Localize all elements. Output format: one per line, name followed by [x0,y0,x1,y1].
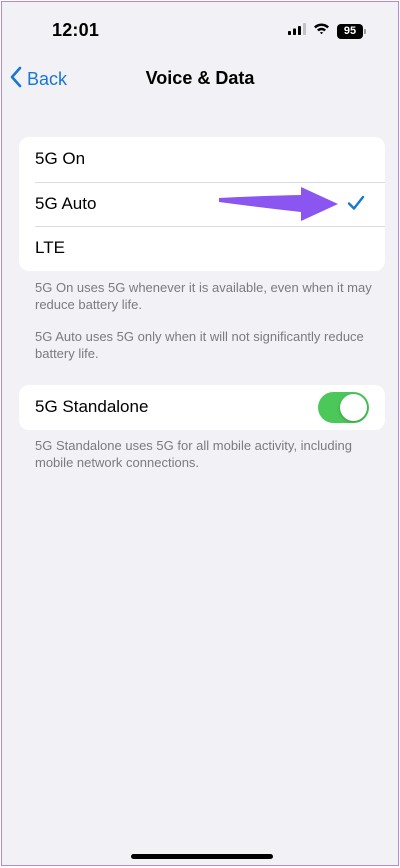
status-icons: 95 [288,22,366,40]
standalone-label: 5G Standalone [35,397,149,417]
page-title: Voice & Data [145,68,255,88]
option-5g-on[interactable]: 5G On [19,137,385,182]
standalone-toggle[interactable] [318,392,369,423]
footnote-5g-auto: 5G Auto uses 5G only when it will not si… [35,329,364,361]
battery-level: 95 [337,23,363,39]
option-label: 5G Auto [35,193,97,213]
option-lte[interactable]: LTE [19,226,385,271]
standalone-row: 5G Standalone [19,385,385,430]
footnote-standalone: 5G Standalone uses 5G for all mobile act… [35,438,352,470]
annotation-arrow-icon [217,183,339,228]
voice-data-screen: 12:01 95 Back Voice & Data 5G On 5G Auto… [1,1,399,866]
toggle-knob [340,394,367,421]
checkmark-icon [347,195,365,216]
cellular-signal-icon [288,22,306,40]
battery-icon: 95 [337,23,366,39]
status-time: 12:01 [52,20,100,40]
footnote-5g-on: 5G On uses 5G whenever it is available, … [35,280,372,312]
option-label: 5G On [35,149,86,169]
battery-tip [364,28,366,34]
option-label: LTE [35,238,65,258]
home-indicator[interactable] [131,854,273,859]
standalone-group: 5G Standalone [19,385,385,430]
wifi-icon [313,22,330,40]
